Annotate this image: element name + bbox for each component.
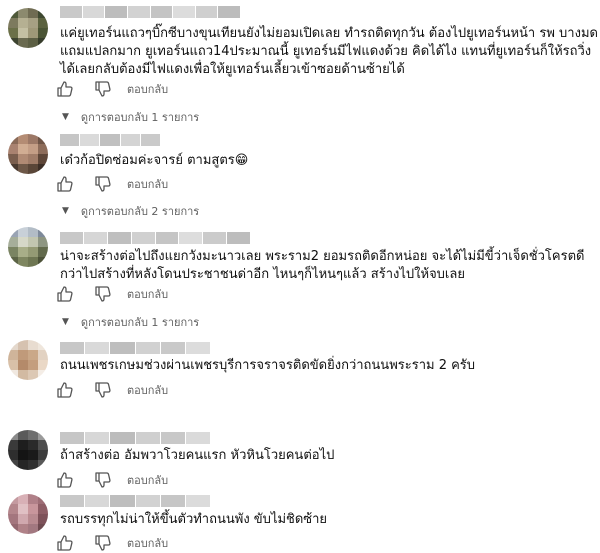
comment-actions: ตอบกลับ	[55, 174, 168, 194]
caret-down-icon: ▼	[62, 206, 69, 216]
author-name-blurred[interactable]	[60, 134, 161, 146]
comment-line: ถ้าสร้างต่อ อัมพวาโวยคนแรก หัวหินโวยคนต่…	[60, 448, 335, 463]
comment-line: รถบรรทุกไม่น่าให้ขึ้นตัวทำถนนพัง ขับไม่ช…	[60, 512, 328, 527]
thumb-up-icon[interactable]	[55, 533, 75, 553]
avatar[interactable]	[8, 340, 48, 380]
comment-text: เด๋วก้อปิดซ่อมค่ะจารย์ ตามสูตร😁	[60, 152, 248, 170]
author-name-blurred[interactable]	[60, 342, 211, 354]
thumb-up-icon[interactable]	[55, 79, 75, 99]
thumb-down-icon[interactable]	[93, 174, 113, 194]
comment-line: ได้เลยกลับต้องมีไฟแดงเพื่อให้ยูเทอร์นเลี…	[60, 62, 405, 77]
view-replies-button[interactable]: ▼ ดูการตอบกลับ 1 รายการ	[62, 108, 199, 126]
caret-down-icon: ▼	[62, 317, 69, 327]
thumb-up-icon[interactable]	[55, 284, 75, 304]
thumb-down-icon[interactable]	[93, 470, 113, 490]
thumb-up-icon[interactable]	[55, 380, 75, 400]
view-replies-label: ดูการตอบกลับ 2 รายการ	[80, 205, 200, 218]
thumb-up-icon[interactable]	[55, 174, 75, 194]
thumb-down-icon[interactable]	[93, 284, 113, 304]
thumb-down-icon[interactable]	[93, 79, 113, 99]
comment-line: เด๋วก้อปิดซ่อมค่ะจารย์ ตามสูตร😁	[60, 153, 249, 168]
view-replies-button[interactable]: ▼ ดูการตอบกลับ 2 รายการ	[62, 202, 199, 220]
avatar[interactable]	[8, 227, 48, 267]
comment-text: แค่ยูเทอร์นแถวๆบิ๊กซีบางขุนเทียนยังไม่ยอ…	[60, 25, 598, 79]
reply-button[interactable]: ตอบกลับ	[127, 80, 168, 98]
view-replies-label: ดูการตอบกลับ 1 รายการ	[80, 111, 200, 124]
reply-button[interactable]: ตอบกลับ	[127, 175, 168, 193]
reply-button[interactable]: ตอบกลับ	[127, 285, 168, 303]
comment-line: กว่าไปสร้างที่หลังโดนประชาชนด่าอีก ไหนๆก…	[60, 267, 465, 282]
view-replies-button[interactable]: ▼ ดูการตอบกลับ 1 รายการ	[62, 313, 199, 331]
comment-line: แค่ยูเทอร์นแถวๆบิ๊กซีบางขุนเทียนยังไม่ยอ…	[60, 26, 598, 41]
thumb-down-icon[interactable]	[93, 533, 113, 553]
comment-line: แถมแปลกมาก ยูเทอร์นแถว14ประมาณนี้ ยูเทอร…	[60, 44, 592, 59]
comment-actions: ตอบกลับ	[55, 533, 168, 553]
comment-actions: ตอบกลับ	[55, 380, 168, 400]
avatar[interactable]	[8, 430, 48, 470]
thumb-down-icon[interactable]	[93, 380, 113, 400]
author-name-blurred[interactable]	[60, 6, 240, 18]
comment-actions: ตอบกลับ	[55, 284, 168, 304]
comment-actions: ตอบกลับ	[55, 470, 168, 490]
view-replies-label: ดูการตอบกลับ 1 รายการ	[80, 316, 200, 329]
comment-line: น่าจะสร้างต่อไปถึงแยกวังมะนาวเลย พระราม2…	[60, 249, 585, 264]
comment-line: ถนนเพชรเกษมช่วงผ่านเพชรบุรีการจราจรติดขั…	[60, 358, 476, 373]
comment-text: น่าจะสร้างต่อไปถึงแยกวังมะนาวเลย พระราม2…	[60, 248, 584, 284]
thumb-up-icon[interactable]	[55, 470, 75, 490]
comment-actions: ตอบกลับ	[55, 79, 168, 99]
avatar[interactable]	[8, 134, 48, 174]
avatar[interactable]	[8, 8, 48, 48]
author-name-blurred[interactable]	[60, 495, 211, 507]
caret-down-icon: ▼	[62, 112, 69, 122]
avatar[interactable]	[8, 494, 48, 534]
comment-text: ถนนเพชรเกษมช่วงผ่านเพชรบุรีการจราจรติดขั…	[60, 357, 475, 375]
reply-button[interactable]: ตอบกลับ	[127, 381, 168, 399]
author-name-blurred[interactable]	[60, 432, 211, 444]
author-name-blurred[interactable]	[60, 232, 250, 244]
reply-button[interactable]: ตอบกลับ	[127, 534, 168, 552]
comment-text: รถบรรทุกไม่น่าให้ขึ้นตัวทำถนนพัง ขับไม่ช…	[60, 511, 327, 529]
comment-text: ถ้าสร้างต่อ อัมพวาโวยคนแรก หัวหินโวยคนต่…	[60, 447, 334, 465]
reply-button[interactable]: ตอบกลับ	[127, 471, 168, 489]
